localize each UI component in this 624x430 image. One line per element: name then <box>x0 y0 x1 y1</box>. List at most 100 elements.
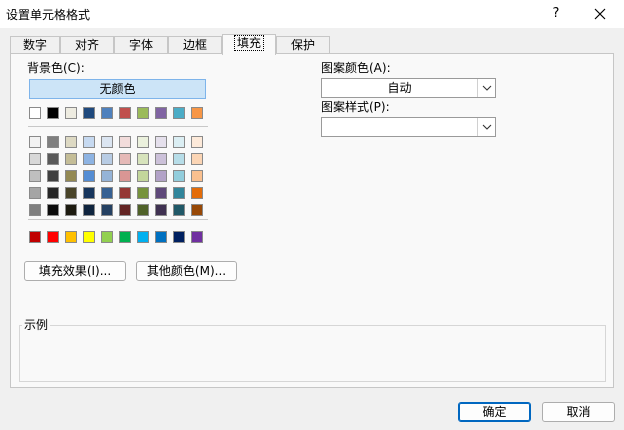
color-swatch[interactable] <box>119 170 131 182</box>
color-swatch[interactable] <box>155 107 167 119</box>
color-swatch[interactable] <box>101 153 113 165</box>
no-color-button[interactable]: 无颜色 <box>29 79 206 99</box>
chevron-down-icon[interactable] <box>477 118 495 136</box>
color-swatch[interactable] <box>29 153 41 165</box>
color-swatch[interactable] <box>191 136 203 148</box>
color-swatch[interactable] <box>173 153 185 165</box>
color-swatch[interactable] <box>29 231 41 243</box>
tab-label: 填充 <box>233 35 265 51</box>
color-swatch[interactable] <box>29 187 41 199</box>
color-swatch[interactable] <box>47 170 59 182</box>
palette-divider <box>28 126 208 127</box>
pattern-style-value <box>322 118 477 136</box>
color-swatch[interactable] <box>47 107 59 119</box>
color-swatch[interactable] <box>191 170 203 182</box>
title-bar: 设置单元格格式 ? <box>0 0 624 28</box>
color-swatch[interactable] <box>173 187 185 199</box>
color-swatch[interactable] <box>119 107 131 119</box>
color-swatch[interactable] <box>65 187 77 199</box>
color-swatch[interactable] <box>47 231 59 243</box>
color-swatch[interactable] <box>155 153 167 165</box>
chevron-down-icon[interactable] <box>477 79 495 97</box>
tab-border[interactable]: 边框 <box>168 36 222 54</box>
color-swatch[interactable] <box>29 170 41 182</box>
color-swatch[interactable] <box>137 187 149 199</box>
color-swatch[interactable] <box>137 136 149 148</box>
color-swatch[interactable] <box>137 170 149 182</box>
color-swatch[interactable] <box>119 136 131 148</box>
color-swatch[interactable] <box>29 107 41 119</box>
color-swatch[interactable] <box>47 204 59 216</box>
color-swatch[interactable] <box>191 204 203 216</box>
more-colors-button[interactable]: 其他颜色(M)... <box>136 261 237 281</box>
tab-label: 对齐 <box>74 38 99 52</box>
color-swatch[interactable] <box>65 136 77 148</box>
color-swatch[interactable] <box>83 187 95 199</box>
color-swatch[interactable] <box>101 107 113 119</box>
color-swatch[interactable] <box>191 107 203 119</box>
color-swatch[interactable] <box>191 231 203 243</box>
tab-label: 边框 <box>182 38 207 52</box>
color-swatch[interactable] <box>47 136 59 148</box>
color-swatch[interactable] <box>191 153 203 165</box>
ok-button[interactable]: 确定 <box>458 402 531 422</box>
sample-preview <box>19 325 606 382</box>
tab-fill[interactable]: 填充 <box>222 34 276 55</box>
color-swatch[interactable] <box>155 170 167 182</box>
color-swatch[interactable] <box>155 136 167 148</box>
color-swatch[interactable] <box>101 187 113 199</box>
cancel-button[interactable]: 取消 <box>542 402 615 422</box>
color-swatch[interactable] <box>119 204 131 216</box>
pattern-color-value: 自动 <box>387 81 412 95</box>
tab-alignment[interactable]: 对齐 <box>60 36 114 54</box>
color-swatch[interactable] <box>83 107 95 119</box>
fill-effects-button[interactable]: 填充效果(I)... <box>24 261 126 281</box>
color-swatch[interactable] <box>155 231 167 243</box>
color-swatch[interactable] <box>173 136 185 148</box>
color-swatch[interactable] <box>137 231 149 243</box>
tab-number[interactable]: 数字 <box>10 36 60 54</box>
color-swatch[interactable] <box>101 231 113 243</box>
color-swatch[interactable] <box>83 136 95 148</box>
color-swatch[interactable] <box>137 153 149 165</box>
color-swatch[interactable] <box>155 204 167 216</box>
help-button[interactable]: ? <box>546 4 566 24</box>
color-swatch[interactable] <box>173 170 185 182</box>
tab-label: 字体 <box>128 38 153 52</box>
color-swatch[interactable] <box>29 204 41 216</box>
color-swatch[interactable] <box>173 204 185 216</box>
tab-protection[interactable]: 保护 <box>276 36 330 54</box>
tab-label: 数字 <box>22 38 47 52</box>
pattern-color-select[interactable]: 自动 <box>321 78 496 98</box>
color-swatch[interactable] <box>65 231 77 243</box>
color-swatch[interactable] <box>119 187 131 199</box>
color-swatch[interactable] <box>83 204 95 216</box>
pattern-style-select[interactable] <box>321 117 496 137</box>
close-button[interactable] <box>590 4 610 24</box>
color-swatch[interactable] <box>65 170 77 182</box>
color-swatch[interactable] <box>173 107 185 119</box>
color-swatch[interactable] <box>101 170 113 182</box>
color-swatch[interactable] <box>119 231 131 243</box>
color-swatch[interactable] <box>47 153 59 165</box>
color-swatch[interactable] <box>101 136 113 148</box>
color-swatch[interactable] <box>65 107 77 119</box>
color-swatch[interactable] <box>65 153 77 165</box>
close-icon <box>594 8 606 20</box>
tab-label: 保护 <box>290 38 315 52</box>
color-swatch[interactable] <box>137 204 149 216</box>
color-swatch[interactable] <box>83 231 95 243</box>
color-swatch[interactable] <box>191 187 203 199</box>
dialog-title: 设置单元格格式 <box>6 8 91 22</box>
color-swatch[interactable] <box>47 187 59 199</box>
color-swatch[interactable] <box>173 231 185 243</box>
color-swatch[interactable] <box>83 153 95 165</box>
color-swatch[interactable] <box>83 170 95 182</box>
color-swatch[interactable] <box>137 107 149 119</box>
color-swatch[interactable] <box>155 187 167 199</box>
tab-font[interactable]: 字体 <box>114 36 168 54</box>
color-swatch[interactable] <box>29 136 41 148</box>
color-swatch[interactable] <box>101 204 113 216</box>
color-swatch[interactable] <box>119 153 131 165</box>
color-swatch[interactable] <box>65 204 77 216</box>
